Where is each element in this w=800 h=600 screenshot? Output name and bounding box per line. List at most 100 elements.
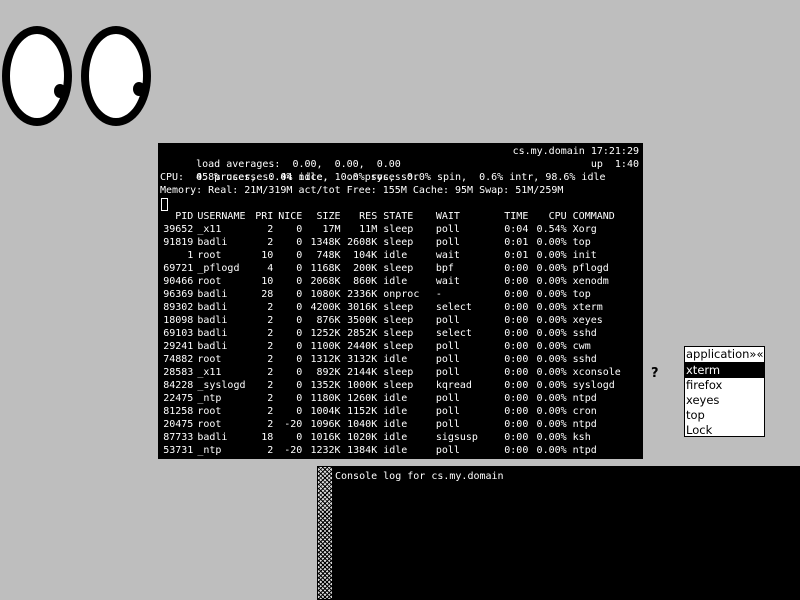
cell-nice: 0 — [296, 302, 303, 313]
cell-wait: poll — [435, 341, 460, 352]
cell-state: sleep — [383, 315, 414, 326]
cell-username: root — [197, 354, 222, 365]
table-row: 1 root 10 0 748K 104K idle wait 0:01 0.00% init — [160, 249, 639, 262]
cell-pid: 87733 — [163, 432, 194, 443]
console-scrollbar[interactable] — [318, 467, 333, 599]
cell-pid: 1 — [187, 250, 194, 261]
table-row: 69103 badli 2 0 1252K 2852K sleep select 0:00 0.0… — [160, 327, 639, 340]
cell-command: ntpd — [572, 445, 597, 456]
col-wait: WAIT — [435, 211, 460, 222]
cell-nice: 0 — [296, 367, 303, 378]
cell-cpu: 0.00% — [536, 328, 567, 339]
cell-cpu: 0.00% — [536, 432, 567, 443]
cell-res: 2852K — [347, 328, 378, 339]
right-eye — [81, 26, 151, 126]
cell-res: 11M — [359, 224, 378, 235]
cell-res: 3132K — [347, 354, 378, 365]
right-pupil — [133, 82, 145, 96]
cell-state: sleep — [383, 367, 414, 378]
cell-state: idle — [383, 432, 408, 443]
cell-size: 1180K — [310, 393, 341, 404]
menu-item-top[interactable]: top — [685, 408, 764, 423]
cell-time: 0:00 — [504, 393, 529, 404]
cell-cpu: 0.00% — [536, 393, 567, 404]
cell-time: 0:00 — [504, 302, 529, 313]
cell-wait: bpf — [435, 263, 454, 274]
cell-res: 2608K — [347, 237, 378, 248]
cell-pri: 2 — [267, 367, 274, 378]
cell-pri: 10 — [261, 250, 274, 261]
table-row: 96369 badli 28 0 1080K 2336K onproc - 0:00 0.00% t… — [160, 288, 639, 301]
xconsole-window[interactable]: Console log for cs.my.domain — [317, 466, 800, 600]
menu-item-xeyes[interactable]: xeyes — [685, 393, 764, 408]
cell-time: 0:00 — [504, 406, 529, 417]
cell-wait: poll — [435, 445, 460, 456]
cell-pri: 2 — [267, 406, 274, 417]
cell-cpu: 0.00% — [536, 315, 567, 326]
cell-cpu: 0.54% — [536, 224, 567, 235]
menu-item-xterm[interactable]: xterm — [685, 363, 764, 378]
cell-state: idle — [383, 276, 408, 287]
cell-username: badli — [197, 432, 228, 443]
cell-nice: 0 — [296, 237, 303, 248]
cell-username: root — [197, 250, 222, 261]
cell-pid: 81258 — [163, 406, 194, 417]
cell-username: _x11 — [197, 367, 222, 378]
menu-item-firefox[interactable]: firefox — [685, 378, 764, 393]
cell-res: 860K — [353, 276, 378, 287]
col-size: SIZE — [316, 211, 341, 222]
cell-pid: 39652 — [163, 224, 194, 235]
cell-nice: 0 — [296, 406, 303, 417]
application-menu[interactable]: application»« xterm firefox xeyes top Lo… — [684, 346, 765, 437]
cell-res: 104K — [353, 250, 378, 261]
cell-nice: 0 — [296, 250, 303, 261]
uptime: up 1:40 — [590, 159, 639, 170]
cell-username: root — [197, 276, 222, 287]
cell-pri: 18 — [261, 432, 274, 443]
cell-command: ksh — [572, 432, 591, 443]
cell-pid: 22475 — [163, 393, 194, 404]
cell-wait: poll — [435, 367, 460, 378]
cell-username: badli — [197, 237, 228, 248]
cell-pri: 2 — [267, 419, 274, 430]
left-eye — [2, 26, 72, 126]
cell-cpu: 0.00% — [536, 341, 567, 352]
cell-nice: 0 — [296, 276, 303, 287]
cell-state: sleep — [383, 341, 414, 352]
cell-res: 1384K — [347, 445, 378, 456]
cell-nice: 0 — [296, 328, 303, 339]
cell-state: idle — [383, 250, 408, 261]
cell-state: sleep — [383, 328, 414, 339]
cell-username: _syslogd — [197, 380, 246, 391]
cell-nice: 0 — [296, 393, 303, 404]
table-row: 28583 _x11 2 0 892K 2144K sleep poll 0:00 0.00% xc… — [160, 366, 639, 379]
top-terminal-window[interactable]: load averages: 0.00, 0.00, 0.00 cs.my.do… — [158, 143, 643, 459]
col-cpu: CPU — [548, 211, 567, 222]
cell-wait: poll — [435, 315, 460, 326]
cell-res: 1152K — [347, 406, 378, 417]
menu-item-lock[interactable]: Lock — [685, 423, 764, 438]
table-row: 90466 root 10 0 2068K 860K idle wait 0:00 0.00% xe… — [160, 275, 639, 288]
cell-username: badli — [197, 302, 228, 313]
col-pid: PID — [175, 211, 194, 222]
table-row: 18098 badli 2 0 876K 3500K sleep poll 0:00 0.00% x… — [160, 314, 639, 327]
cell-time: 0:00 — [504, 432, 529, 443]
cell-command: syslogd — [572, 380, 615, 391]
cell-res: 1040K — [347, 419, 378, 430]
cell-pri: 2 — [267, 341, 274, 352]
cell-nice: -20 — [284, 445, 303, 456]
cell-cpu: 0.00% — [536, 250, 567, 261]
cell-command: ntpd — [572, 393, 597, 404]
cell-time: 0:00 — [504, 367, 529, 378]
cell-time: 0:00 — [504, 419, 529, 430]
cell-size: 1100K — [310, 341, 341, 352]
cell-pid: 18098 — [163, 315, 194, 326]
cell-state: idle — [383, 354, 408, 365]
cell-command: init — [572, 250, 597, 261]
cell-res: 3016K — [347, 302, 378, 313]
cell-wait: wait — [435, 250, 460, 261]
cell-time: 0:00 — [504, 445, 529, 456]
cell-wait: wait — [435, 276, 460, 287]
cell-size: 1004K — [310, 406, 341, 417]
cell-pri: 2 — [267, 354, 274, 365]
